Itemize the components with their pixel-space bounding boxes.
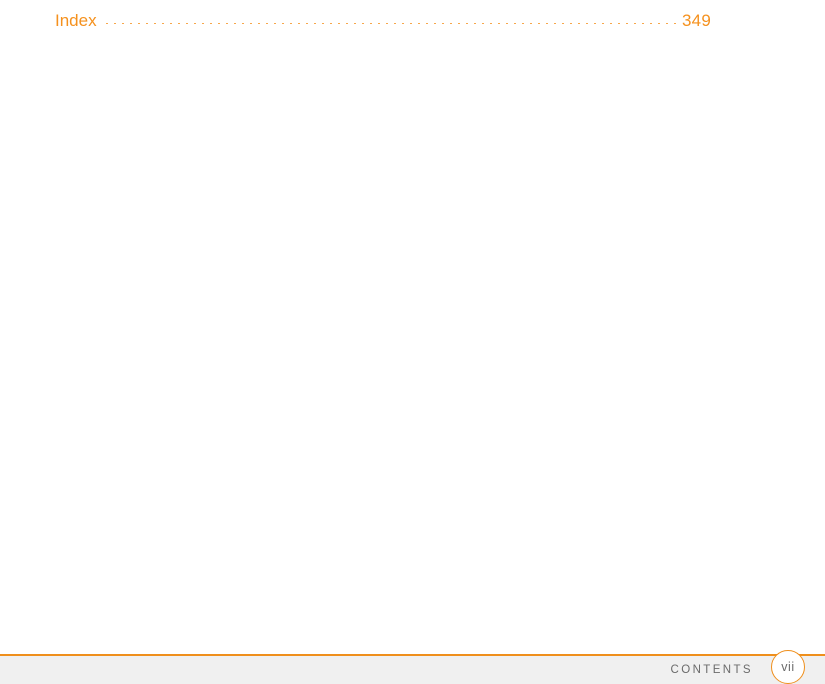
toc-entry-title: Specifications <box>55 0 166 1</box>
toc-entry[interactable]: Specifications 345 <box>55 0 711 11</box>
page-number-badge: vii <box>771 650 805 684</box>
footer-section-label: CONTENTS <box>670 664 753 676</box>
toc-entry-list: Specifications 345 Index 349 <box>55 0 711 41</box>
page-footer: CONTENTS vii <box>0 650 825 684</box>
toc-entry-title: Index <box>55 11 97 30</box>
toc-entry[interactable]: Index 349 <box>55 11 711 41</box>
toc-entry-page-number: 345 <box>682 0 711 1</box>
dot-leader <box>102 23 682 24</box>
page-number-text: vii <box>781 659 795 674</box>
toc-entry-page-number: 349 <box>682 11 711 30</box>
